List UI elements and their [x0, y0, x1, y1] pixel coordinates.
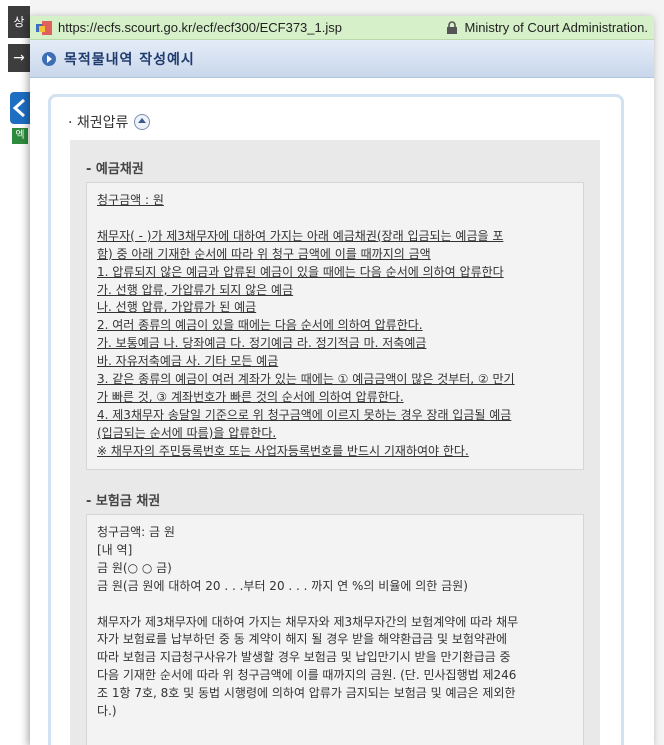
background-arrow-button[interactable]: →	[8, 44, 30, 72]
title-bullet-icon	[42, 51, 56, 66]
text-line: 1. 압류되지 않은 예금과 압류된 예금이 있을 때에는 다음 순서에 의하여…	[97, 264, 504, 279]
deposit-heading: - 예금채권	[86, 162, 144, 177]
text-line: 다음 기재한 순서에 따라 위 청구금액에 이를 때까지의 금원. (단. 민사…	[97, 668, 517, 683]
section-title: · 채권압류	[68, 115, 129, 131]
text-line: 바. 자유저축예금 사. 기타 모든 예금	[97, 354, 279, 369]
site-favicon-icon	[36, 20, 52, 35]
text-line: 나. 선행 압류, 가압류가 된 예금	[97, 300, 257, 315]
text-line: 금 원(금 원에 대하여 20 . . .부터 20 . . . 까지 연 %의…	[97, 578, 468, 593]
lock-icon	[447, 21, 458, 34]
url-text[interactable]: https://ecfs.scourt.go.kr/ecf/ecf300/ECF…	[58, 20, 446, 35]
text-line: 청구금액 : 원	[97, 193, 164, 207]
background-tab[interactable]: 상	[8, 6, 30, 38]
site-owner-text: Ministry of Court Administration.	[464, 20, 648, 35]
text-line: ※ 채무자의 주민등록번호 또는 사업자등록번호를 반드시 기재하여야 한다.	[97, 443, 469, 458]
text-line: 조 1항 7호, 8호 및 동법 시행령에 의하여 압류가 금지되는 보험금 및…	[97, 686, 516, 701]
insurance-example-box: 청구금액: 금 원 [내 역] 금 원(○ ○ 금) 금 원(금 원에 대하여 20 …	[86, 514, 584, 745]
address-bar[interactable]: https://ecfs.scourt.go.kr/ecf/ecf300/ECF…	[30, 16, 654, 40]
popup-title-bar: 목적물내역 작성예시	[30, 40, 654, 78]
text-line	[97, 596, 573, 614]
insurance-heading: - 보험금 채권	[86, 494, 161, 509]
text-line: 4. 제3채무자 송달일 기준으로 위 청구금액에 이르지 못하는 경우 장래 …	[97, 407, 512, 422]
back-arrow-button[interactable]	[10, 92, 30, 124]
text-line: 가 빠른 것, ③ 계좌번호가 빠른 것의 순서에 의하여 압류한다.	[97, 389, 404, 404]
text-line: 채무자가 제3채무자에 대하여 가지는 채무자와 제3채무자간의 보험계약에 따…	[97, 614, 519, 629]
text-line: 가. 보통예금 나. 당좌예금 다. 정기예금 라. 정기적금 마. 저축예금	[97, 336, 427, 351]
text-line: 따라 보험금 지급청구사유가 발생할 경우 보험금 및 납입만기시 받을 만기환…	[97, 650, 511, 665]
text-line: 채무자( - )가 제3채무자에 대하여 가지는 아래 예금채권(장래 입금되는…	[97, 228, 504, 243]
section-header: · 채권압류	[68, 112, 151, 132]
section-panel: - 예금채권 청구금액 : 원채무자( - )가 제3채무자에 대하여 가지는 …	[70, 140, 600, 745]
text-line: 다.)	[97, 704, 117, 719]
text-line: 함) 중 아래 기재한 순서에 따라 위 청구 금액에 이를 때까지의 금액	[97, 246, 431, 261]
text-line: 금 원(○ ○ 금)	[97, 560, 172, 575]
popup-title: 목적물내역 작성예시	[64, 51, 195, 68]
text-line: 자가 보험료를 납부하던 중 동 계약이 해지 될 경우 받을 해약환급금 및 …	[97, 632, 508, 647]
deposit-example-box: 청구금액 : 원채무자( - )가 제3채무자에 대하여 가지는 아래 예금채권…	[86, 182, 584, 470]
text-line: [내 역]	[97, 542, 133, 557]
text-line: 2. 여러 종류의 예금이 있을 때에는 다음 순서에 의하여 압류한다.	[97, 318, 423, 333]
text-line: 3. 같은 종류의 예금이 여러 계좌가 있는 때에는 ① 예금금액이 많은 것…	[97, 372, 515, 387]
text-line: 청구금액: 금 원	[97, 525, 175, 539]
excel-icon[interactable]: 엑	[12, 128, 28, 144]
text-line	[97, 210, 573, 228]
collapse-up-icon[interactable]	[134, 114, 151, 130]
text-line: (입금되는 순서에 따름)을 압류한다.	[97, 425, 277, 440]
back-arrow-icon	[12, 98, 25, 118]
popup-window: https://ecfs.scourt.go.kr/ecf/ecf300/ECF…	[30, 16, 654, 745]
text-line: 가. 선행 압류, 가압류가 되지 않은 예금	[97, 282, 294, 297]
